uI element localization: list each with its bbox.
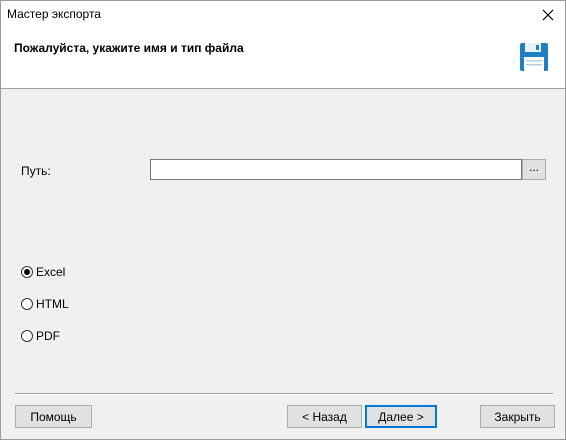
export-wizard-window: Мастер экспорта Пожалуйста, укажите имя … bbox=[0, 0, 566, 440]
footer-divider bbox=[15, 393, 553, 395]
format-label: PDF bbox=[36, 329, 60, 343]
title-bar: Мастер экспорта bbox=[1, 1, 565, 29]
radio-unselected-icon bbox=[21, 298, 33, 310]
browse-button[interactable]: ... bbox=[522, 159, 546, 180]
close-icon bbox=[542, 9, 554, 21]
window-title: Мастер экспорта bbox=[7, 7, 101, 21]
close-window-button[interactable] bbox=[531, 1, 565, 29]
page-title: Пожалуйста, укажите имя и тип файла bbox=[14, 41, 244, 55]
format-label: Excel bbox=[36, 265, 66, 279]
radio-selected-icon bbox=[21, 266, 33, 278]
help-button[interactable]: Помощь bbox=[15, 405, 92, 428]
format-option-pdf[interactable]: PDF bbox=[21, 329, 60, 343]
path-label: Путь: bbox=[21, 164, 51, 178]
wizard-header: Пожалуйста, укажите имя и тип файла bbox=[1, 29, 565, 89]
format-option-excel[interactable]: Excel bbox=[21, 265, 65, 279]
next-button[interactable]: Далее > bbox=[365, 405, 437, 428]
format-option-html[interactable]: HTML bbox=[21, 297, 69, 311]
format-label: HTML bbox=[36, 297, 69, 311]
close-button[interactable]: Закрыть bbox=[480, 405, 555, 428]
floppy-disk-icon bbox=[520, 43, 548, 71]
path-input[interactable] bbox=[150, 159, 522, 180]
back-button[interactable]: < Назад bbox=[287, 405, 362, 428]
radio-unselected-icon bbox=[21, 330, 33, 342]
